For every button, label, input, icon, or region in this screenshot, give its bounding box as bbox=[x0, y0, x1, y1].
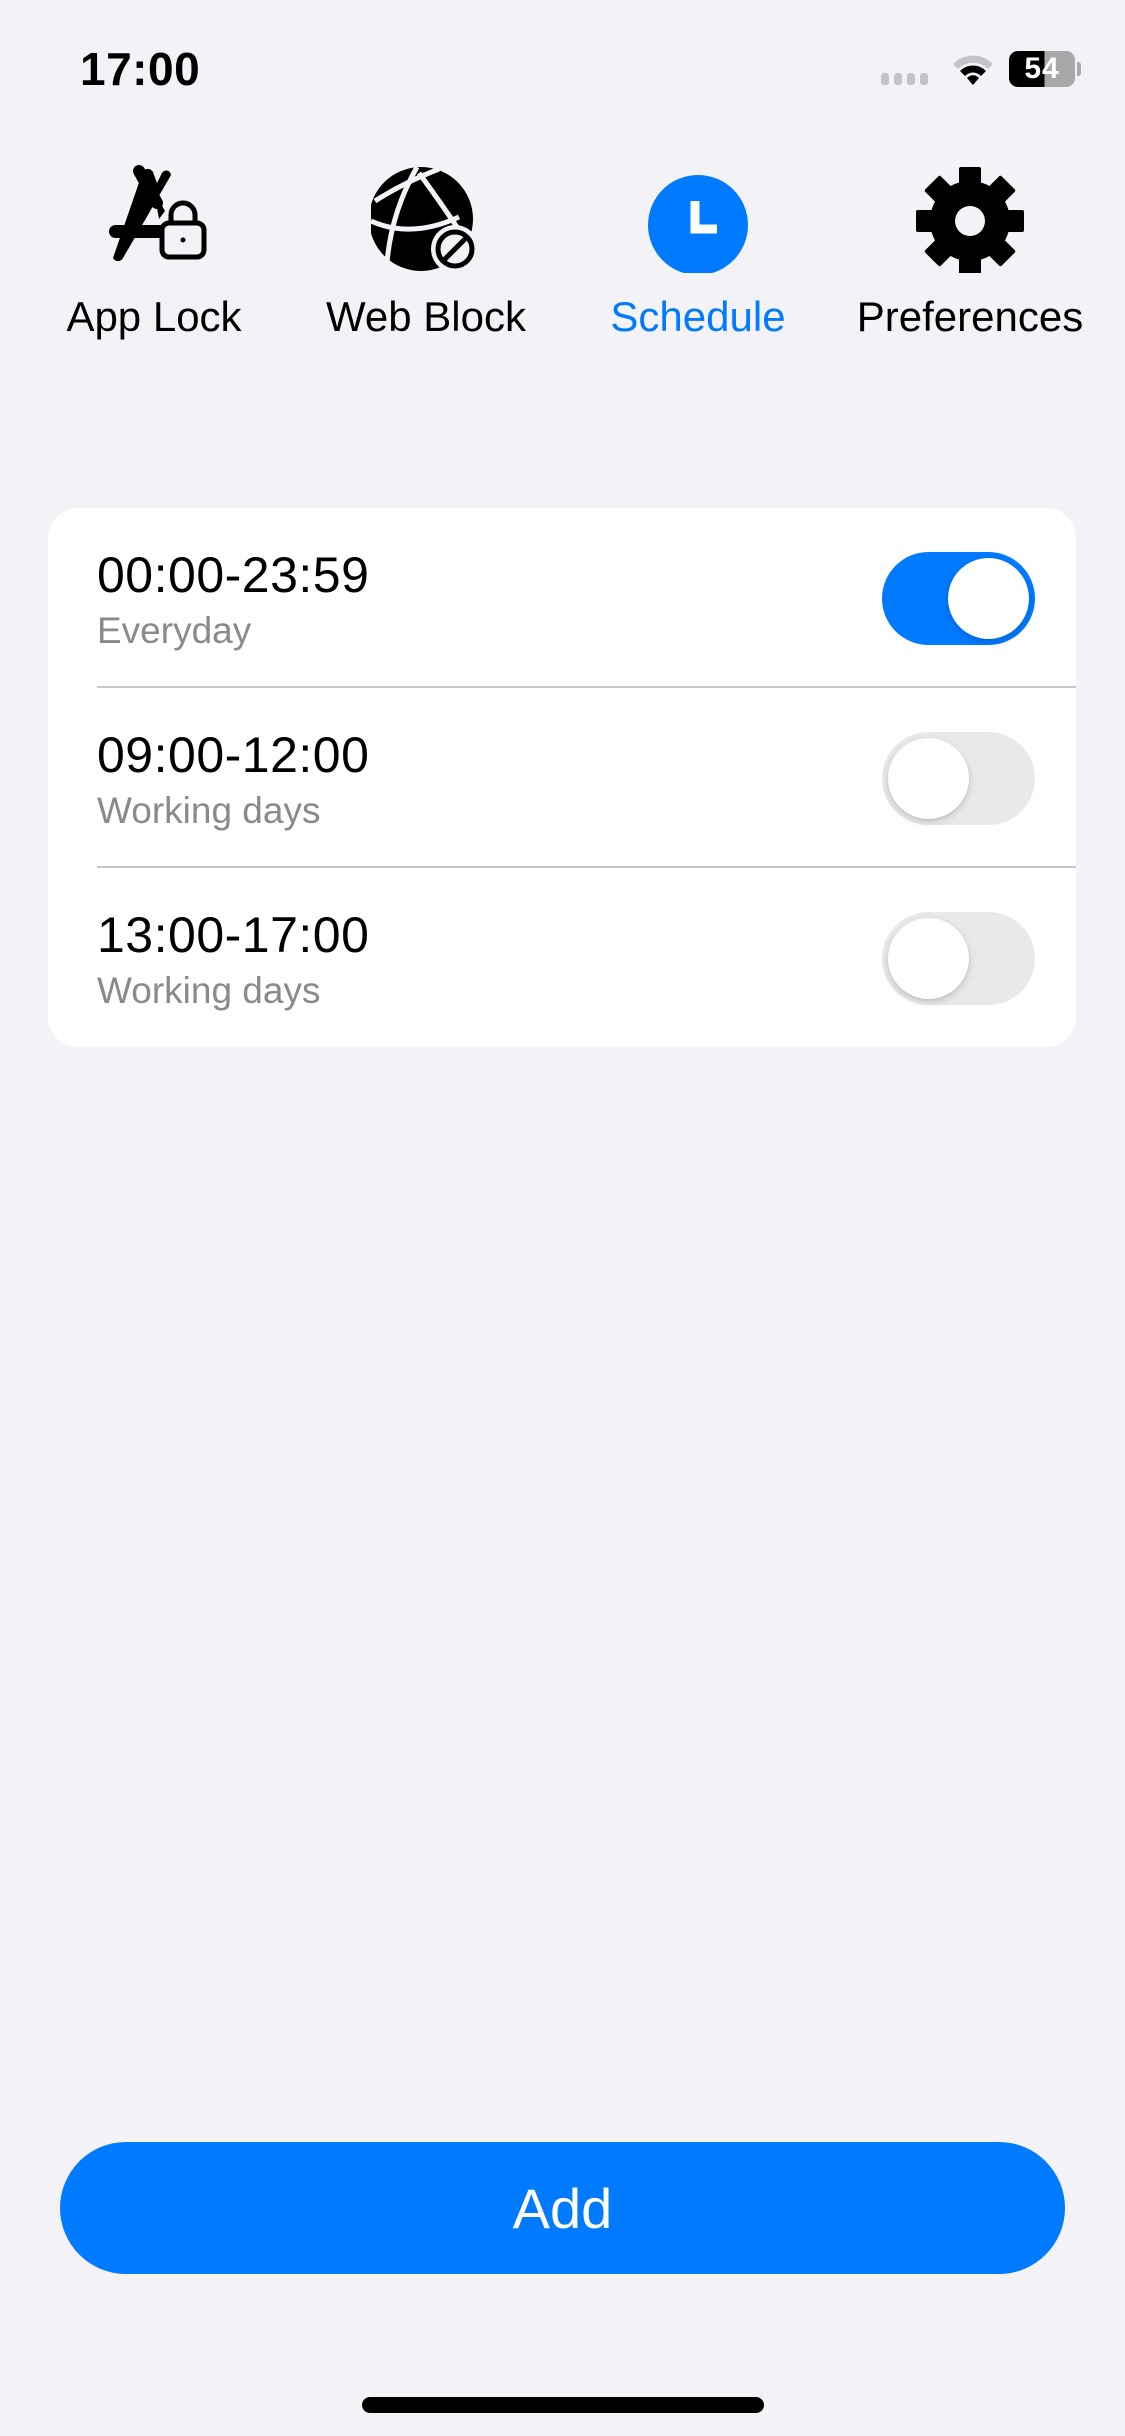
schedule-time-range: 00:00-23:59 bbox=[97, 547, 370, 603]
schedule-repeat: Working days bbox=[97, 790, 321, 831]
cellular-signal-icon bbox=[881, 73, 928, 85]
toggle-knob bbox=[948, 558, 1029, 639]
schedule-toggle[interactable] bbox=[882, 732, 1035, 825]
schedule-repeat: Everyday bbox=[97, 610, 252, 651]
status-bar: 17:00 54 bbox=[0, 0, 1125, 140]
toggle-knob bbox=[888, 738, 969, 819]
status-time: 17:00 bbox=[80, 43, 201, 95]
wifi-icon bbox=[953, 55, 993, 85]
schedule-repeat: Working days bbox=[97, 970, 321, 1011]
top-tab-bar: App Lock Web Block Schedule Preferences bbox=[0, 155, 1125, 355]
tab-app-lock[interactable]: App Lock bbox=[24, 155, 284, 355]
battery-level: 54 bbox=[1024, 52, 1060, 85]
tab-web-block[interactable]: Web Block bbox=[296, 155, 556, 355]
schedule-toggle[interactable] bbox=[882, 912, 1035, 1005]
schedule-row[interactable]: 09:00-12:00 Working days bbox=[48, 688, 1076, 868]
tab-label: Preferences bbox=[856, 293, 1084, 340]
add-button[interactable]: Add bbox=[60, 2142, 1065, 2274]
battery-cap bbox=[1077, 62, 1081, 76]
toggle-knob bbox=[888, 918, 969, 999]
tab-preferences[interactable]: Preferences bbox=[840, 155, 1100, 355]
schedule-time-range: 13:00-17:00 bbox=[97, 907, 370, 963]
schedule-toggle[interactable] bbox=[882, 552, 1035, 645]
schedule-row[interactable]: 00:00-23:59 Everyday bbox=[48, 508, 1076, 688]
battery-icon: 54 bbox=[1009, 51, 1075, 87]
clock-icon bbox=[648, 175, 748, 273]
schedule-list: 00:00-23:59 Everyday 09:00-12:00 Working… bbox=[48, 508, 1076, 1047]
home-indicator[interactable] bbox=[362, 2397, 764, 2413]
schedule-row[interactable]: 13:00-17:00 Working days bbox=[48, 868, 1076, 1047]
schedule-time-range: 09:00-12:00 bbox=[97, 727, 370, 783]
tab-label: Web Block bbox=[326, 293, 526, 340]
tab-label: Schedule bbox=[610, 293, 786, 340]
web-block-icon bbox=[371, 165, 479, 273]
tab-schedule[interactable]: Schedule bbox=[568, 155, 828, 355]
tab-label: App Lock bbox=[66, 293, 242, 340]
app-lock-icon bbox=[109, 165, 207, 261]
gear-icon bbox=[916, 167, 1024, 273]
